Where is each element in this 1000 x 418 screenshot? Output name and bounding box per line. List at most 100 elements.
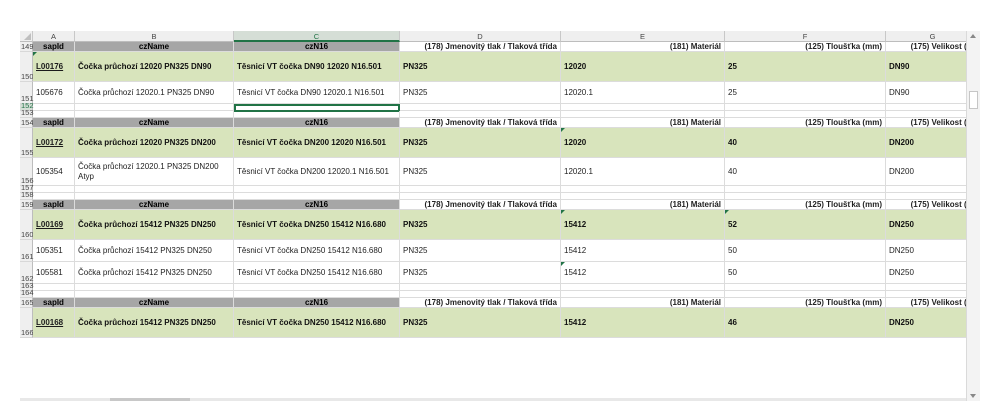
cell-b151[interactable]: Čočka průchozí 12020.1 PN325 DN90 <box>75 82 234 104</box>
cell-e163[interactable] <box>561 284 725 291</box>
header-cell-b[interactable]: czName <box>75 298 234 308</box>
header-cell-b[interactable]: czName <box>75 118 234 128</box>
cell-d156[interactable]: PN325 <box>400 158 561 186</box>
cell-a157[interactable] <box>33 186 75 193</box>
cell-b158[interactable] <box>75 193 234 200</box>
cell-a155[interactable]: L00172 <box>33 128 75 158</box>
row-header[interactable]: 159 <box>20 200 34 210</box>
cell-f158[interactable] <box>725 193 886 200</box>
cell-a152[interactable] <box>33 104 75 111</box>
cell-c163[interactable] <box>234 284 400 291</box>
cell-c162[interactable]: Těsnicí VT čočka DN250 15412 N16.680 <box>234 262 400 284</box>
header-cell-e[interactable]: (181) Materiál <box>561 118 725 128</box>
cell-a150[interactable]: L00176 <box>33 52 75 82</box>
cell-a156[interactable]: 105354 <box>33 158 75 186</box>
cell-f156[interactable]: 40 <box>725 158 886 186</box>
header-cell-f[interactable]: (125) Tloušťka (mm) <box>725 42 886 52</box>
header-cell-c[interactable]: czN16 <box>234 42 400 52</box>
cell-d158[interactable] <box>400 193 561 200</box>
cell-f153[interactable] <box>725 111 886 118</box>
cell-a164[interactable] <box>33 291 75 298</box>
column-header-c[interactable]: C <box>234 31 400 42</box>
header-cell-e[interactable]: (181) Materiál <box>561 200 725 210</box>
cell-b153[interactable] <box>75 111 234 118</box>
cell-d164[interactable] <box>400 291 561 298</box>
header-cell-f[interactable]: (125) Tloušťka (mm) <box>725 298 886 308</box>
header-cell-d[interactable]: (178) Jmenovitý tlak / Tlaková třída <box>400 118 561 128</box>
cell-e160[interactable]: 15412 <box>561 210 725 240</box>
cell-c151[interactable]: Těsnicí VT čočka DN90 12020.1 N16.501 <box>234 82 400 104</box>
cell-d150[interactable]: PN325 <box>400 52 561 82</box>
cell-a160[interactable]: L00169 <box>33 210 75 240</box>
cell-c156[interactable]: Těsnicí VT čočka DN200 12020.1 N16.501 <box>234 158 400 186</box>
header-cell-e[interactable]: (181) Materiál <box>561 298 725 308</box>
cell-c155[interactable]: Těsnicí VT čočka DN200 12020 N16.501 <box>234 128 400 158</box>
cell-f166[interactable]: 46 <box>725 308 886 338</box>
column-header-f[interactable]: F <box>725 31 886 42</box>
cell-b156[interactable]: Čočka průchozí 12020.1 PN325 DN200 Atyp <box>75 158 234 186</box>
cell-f155[interactable]: 40 <box>725 128 886 158</box>
cell-f160[interactable]: 52 <box>725 210 886 240</box>
header-cell-a[interactable]: sapId <box>33 118 75 128</box>
cell-b160[interactable]: Čočka průchozí 15412 PN325 DN250 <box>75 210 234 240</box>
header-cell-b[interactable]: czName <box>75 42 234 52</box>
cell-e158[interactable] <box>561 193 725 200</box>
row-header[interactable]: 154 <box>20 118 34 128</box>
cell-c164[interactable] <box>234 291 400 298</box>
vertical-scrollbar[interactable] <box>966 31 980 401</box>
cell-b164[interactable] <box>75 291 234 298</box>
horizontal-scrollbar-thumb[interactable] <box>110 398 190 401</box>
cell-b155[interactable]: Čočka průchozí 12020 PN325 DN200 <box>75 128 234 158</box>
row-header[interactable]: 166 <box>20 308 34 338</box>
cell-e153[interactable] <box>561 111 725 118</box>
cell-e152[interactable] <box>561 104 725 111</box>
cell-e156[interactable]: 12020.1 <box>561 158 725 186</box>
header-cell-a[interactable]: sapId <box>33 200 75 210</box>
column-header-d[interactable]: D <box>400 31 561 42</box>
header-cell-d[interactable]: (178) Jmenovitý tlak / Tlaková třída <box>400 298 561 308</box>
row-header[interactable]: 161 <box>20 240 34 262</box>
cell-b157[interactable] <box>75 186 234 193</box>
cell-d162[interactable]: PN325 <box>400 262 561 284</box>
cell-d151[interactable]: PN325 <box>400 82 561 104</box>
cell-b163[interactable] <box>75 284 234 291</box>
cell-f161[interactable]: 50 <box>725 240 886 262</box>
header-cell-c[interactable]: czN16 <box>234 298 400 308</box>
row-header[interactable]: 164 <box>20 288 34 298</box>
select-all-corner[interactable] <box>20 31 33 42</box>
cell-d160[interactable]: PN325 <box>400 210 561 240</box>
cell-c157[interactable] <box>234 186 400 193</box>
cell-e151[interactable]: 12020.1 <box>561 82 725 104</box>
column-header-b[interactable]: B <box>75 31 234 42</box>
header-cell-d[interactable]: (178) Jmenovitý tlak / Tlaková třída <box>400 200 561 210</box>
cell-e157[interactable] <box>561 186 725 193</box>
horizontal-scrollbar[interactable] <box>20 398 966 401</box>
cell-a163[interactable] <box>33 284 75 291</box>
cell-a162[interactable]: 105581 <box>33 262 75 284</box>
header-cell-f[interactable]: (125) Tloušťka (mm) <box>725 118 886 128</box>
row-header[interactable]: 158 <box>20 190 34 200</box>
cell-c160[interactable]: Těsnicí VT čočka DN250 15412 N16.680 <box>234 210 400 240</box>
row-header[interactable]: 156 <box>20 158 34 186</box>
cell-d155[interactable]: PN325 <box>400 128 561 158</box>
cell-f162[interactable]: 50 <box>725 262 886 284</box>
header-cell-a[interactable]: sapId <box>33 42 75 52</box>
scroll-up-arrow-icon[interactable] <box>970 34 976 38</box>
cell-c166[interactable]: Těsnicí VT čočka DN250 15412 N16.680 <box>234 308 400 338</box>
cell-e155[interactable]: 12020 <box>561 128 725 158</box>
cell-f163[interactable] <box>725 284 886 291</box>
cell-b162[interactable]: Čočka průchozí 15412 PN325 DN250 <box>75 262 234 284</box>
header-cell-d[interactable]: (178) Jmenovitý tlak / Tlaková třída <box>400 42 561 52</box>
cell-a166[interactable]: L00168 <box>33 308 75 338</box>
cell-c153[interactable] <box>234 111 400 118</box>
cell-d152[interactable] <box>400 104 561 111</box>
cell-c158[interactable] <box>234 193 400 200</box>
cell-b161[interactable]: Čočka průchozí 15412 PN325 DN250 <box>75 240 234 262</box>
row-header[interactable]: 155 <box>20 128 34 158</box>
cell-b152[interactable] <box>75 104 234 111</box>
header-cell-b[interactable]: czName <box>75 200 234 210</box>
cell-f151[interactable]: 25 <box>725 82 886 104</box>
header-cell-e[interactable]: (181) Materiál <box>561 42 725 52</box>
scroll-down-arrow-icon[interactable] <box>970 394 976 398</box>
cell-f157[interactable] <box>725 186 886 193</box>
